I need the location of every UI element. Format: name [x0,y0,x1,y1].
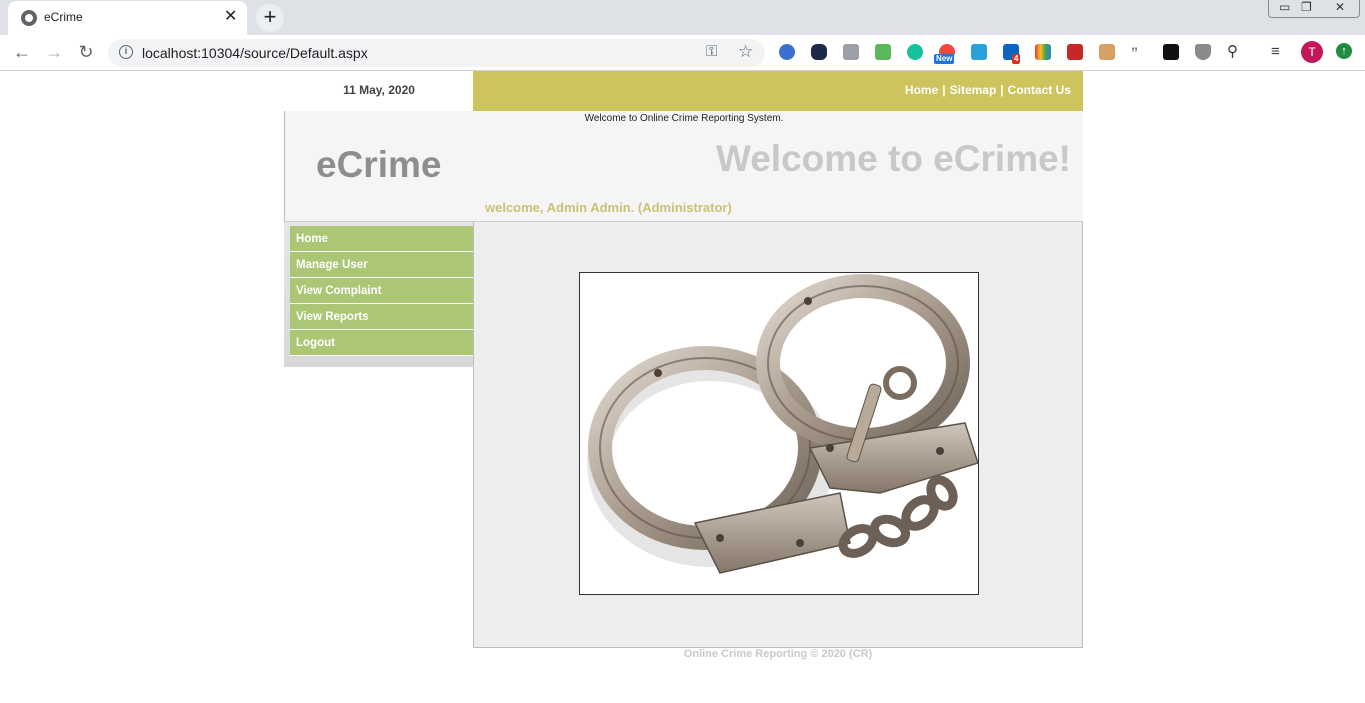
menu-item-logout[interactable]: Logout [290,330,473,356]
extension-key-icon[interactable]: ⚲ [1227,44,1243,60]
address-bar[interactable]: i localhost:10304/source/Default.aspx ⚿ … [108,39,765,67]
site-header: Welcome to Online Crime Reporting System… [284,111,1083,222]
close-window-icon[interactable]: ✕ [1335,0,1345,14]
top-nav-bar: Home | Sitemap | Contact Us [473,71,1083,111]
browser-tab-strip: eCrime ✕ + ▭ ❐ ✕ [0,0,1365,35]
menu-item-view-complaint[interactable]: View Complaint [290,278,473,304]
profile-avatar[interactable]: T [1301,41,1323,63]
extension-image-icon[interactable] [971,44,987,60]
top-links: Home | Sitemap | Contact Us [904,83,1071,97]
extension-new-badge: New [934,54,955,64]
extension-palette-icon[interactable] [1035,44,1051,60]
top-link-contact-us[interactable]: Contact Us [1008,83,1071,97]
extension-lock-icon[interactable] [1163,44,1179,60]
top-link-sitemap[interactable]: Sitemap [950,83,997,97]
extension-quote-icon[interactable]: ” [1131,44,1147,60]
top-link-home[interactable]: Home [905,83,938,97]
menu-item-manage-user[interactable]: Manage User [290,252,473,278]
welcome-heading: Welcome to eCrime! [715,138,1071,179]
menu-item-view-reports[interactable]: View Reports [290,304,473,330]
update-icon[interactable]: ↑ [1336,43,1352,59]
close-tab-icon[interactable]: ✕ [224,8,237,26]
web-page: 11 May, 2020 Home | Sitemap | Contact Us Wel… [0,71,1365,703]
extension-book-icon[interactable] [1067,44,1083,60]
new-tab-button[interactable]: + [256,4,284,32]
handcuffs-icon [587,274,978,574]
extension-count-badge: 4 [1012,54,1021,64]
extension-shield-gray-icon[interactable] [1195,44,1211,60]
handcuffs-image [579,272,979,595]
extension-shield-icon[interactable] [843,44,859,60]
back-button[interactable]: ← [10,40,34,64]
globe-icon [21,10,37,26]
extension-rocket-icon[interactable] [779,44,795,60]
menu-item-home[interactable]: Home [290,226,473,252]
reload-button[interactable]: ↻ [74,40,98,64]
tab-title: eCrime [44,10,83,24]
main-content [473,222,1083,648]
window-controls: ▭ ❐ ✕ [1268,0,1360,18]
current-date: 11 May, 2020 [343,83,415,97]
sidebar-menu: Home Manage User View Complaint View Rep… [290,226,473,356]
site-footer: Online Crime Reporting © 2020 (CR) [683,648,873,660]
address-url[interactable]: localhost:10304/source/Default.aspx [142,45,368,61]
browser-toolbar: ← → ↻ i localhost:10304/source/Default.a… [0,35,1365,71]
forward-button[interactable]: → [42,40,66,64]
info-icon[interactable]: i [119,45,133,59]
restore-icon[interactable]: ❐ [1301,0,1312,14]
minimize-icon[interactable]: ▭ [1279,0,1290,14]
browser-tab[interactable]: eCrime ✕ [8,1,247,35]
media-queue-icon[interactable]: ≡ [1271,44,1287,60]
key-icon[interactable]: ⚿ [706,43,717,60]
extension-printer-icon[interactable] [875,44,891,60]
star-icon[interactable]: ☆ [738,42,753,62]
welcome-user-text: welcome, Admin Admin. (Administrator) [485,200,732,215]
header-message: Welcome to Online Crime Reporting System… [584,113,784,124]
extension-grammarly-icon[interactable] [907,44,923,60]
extension-face-icon[interactable] [1099,44,1115,60]
site-logo: eCrime [316,144,442,185]
extension-mouse-icon[interactable] [811,44,827,60]
